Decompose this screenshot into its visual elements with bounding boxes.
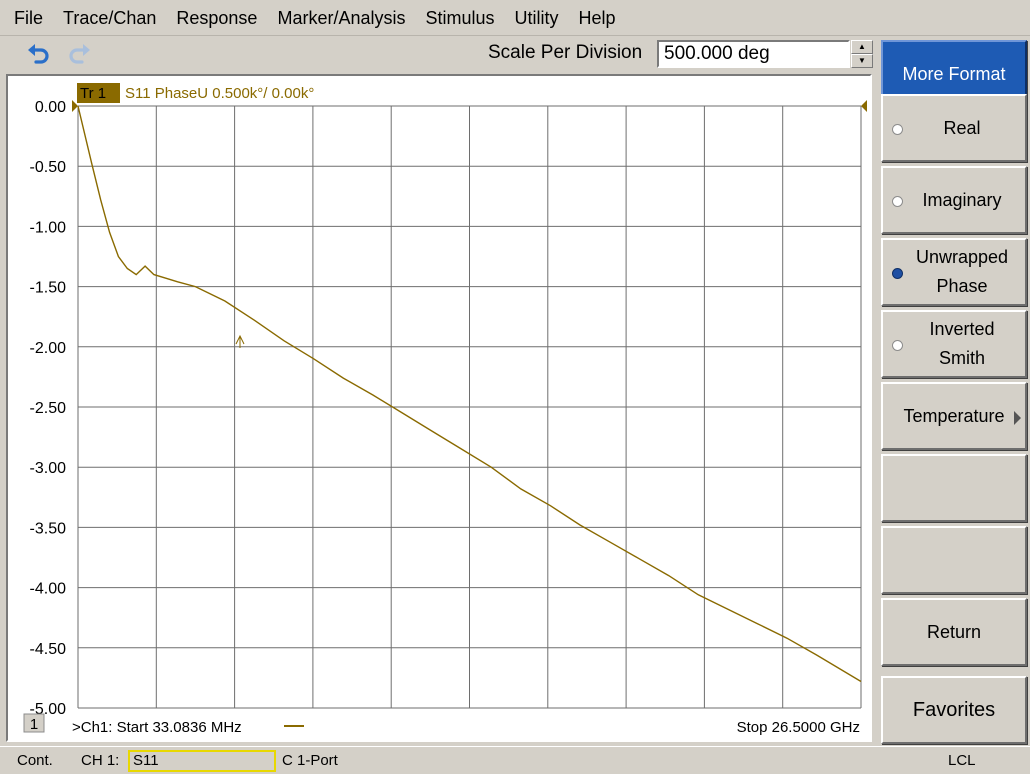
toolbar: Scale Per Division ▲ ▼ bbox=[0, 36, 878, 72]
softkey-real[interactable]: Real bbox=[881, 94, 1027, 162]
y-tick-label: -3.00 bbox=[30, 460, 67, 477]
channel-number: 1 bbox=[30, 716, 38, 733]
spin-down-button[interactable]: ▼ bbox=[851, 54, 873, 68]
softkey-inverted-smith-label: Inverted Smith bbox=[929, 319, 995, 368]
y-tick-label: -4.50 bbox=[30, 641, 67, 658]
undo-icon[interactable] bbox=[26, 41, 52, 67]
menu-marker-analysis[interactable]: Marker/Analysis bbox=[277, 0, 405, 36]
menu-stimulus[interactable]: Stimulus bbox=[425, 0, 494, 36]
softkey-inverted-smith[interactable]: Inverted Smith bbox=[881, 310, 1027, 378]
radio-off-icon bbox=[892, 340, 903, 351]
softkey-temperature-label: Temperature bbox=[903, 405, 1005, 426]
status-bar: Cont. CH 1: S11 C 1-Port LCL bbox=[0, 746, 1030, 774]
menu-utility[interactable]: Utility bbox=[515, 0, 559, 36]
reference-level-right-marker bbox=[861, 100, 867, 112]
softkey-favorites-label: Favorites bbox=[912, 698, 996, 721]
spin-up-button[interactable]: ▲ bbox=[851, 40, 873, 54]
trace-tag: Tr 1 bbox=[80, 85, 106, 102]
y-tick-label: -2.50 bbox=[30, 400, 67, 417]
entry-label: Scale Per Division bbox=[488, 42, 643, 63]
scale-spinner[interactable]: ▲ ▼ bbox=[851, 40, 873, 68]
y-tick-label: -0.50 bbox=[30, 159, 67, 176]
start-frequency: >Ch1: Start 33.0836 MHz bbox=[72, 719, 242, 736]
scale-per-division-input[interactable] bbox=[657, 40, 850, 68]
status-measurement-box[interactable]: S11 bbox=[128, 750, 276, 772]
radio-off-icon bbox=[892, 196, 903, 207]
softkey-return[interactable]: Return bbox=[881, 598, 1027, 666]
softkey-imaginary-label: Imaginary bbox=[922, 189, 1002, 210]
softkey-favorites[interactable]: Favorites bbox=[881, 676, 1027, 744]
softkey-blank-2[interactable] bbox=[881, 526, 1027, 594]
menu-file[interactable]: File bbox=[14, 0, 43, 36]
radio-selected-icon bbox=[892, 268, 903, 279]
phase-chart[interactable]: 0.00 -0.50 -1.00 -1.50 -2.00 -2.50 -3.00 -3.50 -… bbox=[8, 76, 870, 740]
radio-off-icon bbox=[892, 124, 903, 135]
redo-icon[interactable] bbox=[66, 41, 92, 67]
status-measurement: S11 bbox=[133, 752, 159, 769]
menu-bar: File Trace/Chan Response Marker/Analysis… bbox=[0, 0, 1030, 36]
softkey-blank-1[interactable] bbox=[881, 454, 1027, 522]
stop-frequency: Stop 26.5000 GHz bbox=[737, 719, 860, 736]
softkey-real-label: Real bbox=[943, 117, 981, 138]
softkey-panel: More Format Real Imaginary Unwrapped Pha… bbox=[878, 36, 1030, 746]
softkey-unwrapped-phase-label: Unwrapped Phase bbox=[915, 247, 1009, 296]
y-tick-label: -1.00 bbox=[30, 219, 67, 236]
status-sweep-mode[interactable]: Cont. bbox=[17, 752, 53, 769]
menu-trace-chan[interactable]: Trace/Chan bbox=[63, 0, 156, 36]
menu-response[interactable]: Response bbox=[176, 0, 257, 36]
trace-header: S11 PhaseU 0.500k°/ 0.00k° bbox=[125, 85, 314, 102]
softkey-return-label: Return bbox=[926, 621, 982, 642]
status-correction: C 1-Port bbox=[282, 752, 338, 769]
softkey-imaginary[interactable]: Imaginary bbox=[881, 166, 1027, 234]
y-tick-label: -2.00 bbox=[30, 340, 67, 357]
y-tick-label: -3.50 bbox=[30, 520, 67, 537]
status-channel: CH 1: bbox=[81, 752, 120, 769]
trace-display[interactable]: 0.00 -0.50 -1.00 -1.50 -2.00 -2.50 -3.00 -3.50 -… bbox=[6, 74, 872, 742]
menu-help[interactable]: Help bbox=[579, 0, 616, 36]
submenu-arrow-icon bbox=[1014, 411, 1021, 425]
status-remote: LCL bbox=[948, 752, 976, 769]
y-tick-label: -1.50 bbox=[30, 280, 67, 297]
y-tick-label: -4.00 bbox=[30, 581, 67, 598]
softkey-unwrapped-phase[interactable]: Unwrapped Phase bbox=[881, 238, 1027, 306]
marker-arrow bbox=[235, 334, 245, 348]
softkey-temperature[interactable]: Temperature bbox=[881, 382, 1027, 450]
softkey-menu-title-label: More Format bbox=[902, 63, 1006, 84]
y-tick-label: 0.00 bbox=[35, 99, 66, 116]
